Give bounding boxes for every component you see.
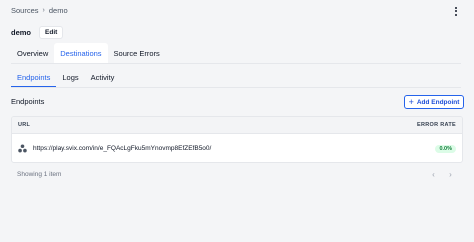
endpoint-icon — [18, 144, 27, 153]
tabs-divider — [11, 63, 461, 64]
pagination: ‹ › — [428, 169, 456, 180]
subtab-endpoints[interactable]: Endpoints — [11, 68, 57, 87]
subtabs-divider — [11, 87, 461, 88]
table-header: URL ERROR RATE — [12, 117, 462, 134]
tab-overview[interactable]: Overview — [11, 43, 54, 63]
url-cell: https://play.svix.com/in/e_FQAcLgFku5mYn… — [18, 144, 211, 153]
chevron-left-icon[interactable]: ‹ — [428, 169, 439, 180]
endpoint-url: https://play.svix.com/in/e_FQAcLgFku5mYn… — [33, 145, 212, 152]
chevron-right-icon[interactable]: › — [445, 169, 456, 180]
endpoints-table: URL ERROR RATE https://play.svix.com/in/… — [11, 116, 463, 163]
pagination-summary: Showing 1 item — [17, 171, 62, 178]
endpoints-heading: Endpoints — [11, 97, 45, 106]
tab-destinations[interactable]: Destinations — [54, 43, 108, 63]
add-endpoint-label: Add Endpoint — [416, 98, 460, 106]
error-rate-badge: 0.0% — [435, 144, 456, 153]
kebab-icon[interactable] — [451, 5, 461, 17]
plus-icon: + — [408, 96, 414, 107]
subtab-logs[interactable]: Logs — [56, 68, 84, 87]
sub-tabs: Endpoints Logs Activity — [11, 68, 120, 87]
title-row: demo Edit — [11, 25, 64, 39]
add-endpoint-button[interactable]: + Add Endpoint — [404, 95, 464, 109]
breadcrumb-current: demo — [48, 6, 68, 15]
top-bar: Sources › demo — [0, 0, 474, 22]
breadcrumb-sources-link[interactable]: Sources — [11, 6, 39, 15]
tab-source-errors[interactable]: Source Errors — [108, 43, 166, 63]
page-title: demo — [11, 27, 32, 37]
main-tabs: Overview Destinations Source Errors — [11, 43, 461, 63]
breadcrumb-separator: › — [42, 7, 45, 14]
subtab-activity[interactable]: Activity — [85, 68, 121, 87]
breadcrumb: Sources › demo — [11, 6, 68, 15]
edit-button[interactable]: Edit — [39, 25, 64, 39]
column-header-url: URL — [18, 122, 31, 128]
column-header-error-rate: ERROR RATE — [417, 122, 456, 128]
table-row[interactable]: https://play.svix.com/in/e_FQAcLgFku5mYn… — [12, 134, 462, 162]
